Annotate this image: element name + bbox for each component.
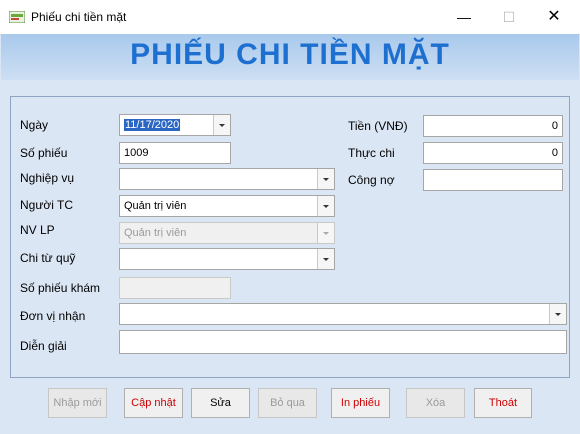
calendar-dropdown-icon[interactable] xyxy=(213,115,230,135)
nghiep-vu-select[interactable] xyxy=(119,168,335,190)
don-vi-nhan-label: Đơn vị nhận xyxy=(20,309,86,323)
dien-giai-input[interactable] xyxy=(119,330,567,354)
chevron-down-icon[interactable] xyxy=(317,169,334,189)
ngay-date-picker[interactable]: 11/17/2020 xyxy=(119,114,231,136)
thuc-chi-input[interactable]: 0 xyxy=(423,142,563,164)
so-phieu-kham-input xyxy=(119,277,231,299)
chevron-down-icon[interactable] xyxy=(317,249,334,269)
cap-nhat-button[interactable]: Cập nhật xyxy=(124,388,183,418)
so-phieu-kham-label: Số phiếu khám xyxy=(20,281,101,295)
nguoi-tc-value: Quản trị viên xyxy=(124,200,187,212)
nv-lp-label: NV LP xyxy=(20,223,55,237)
nhap-moi-button[interactable]: Nhập mới xyxy=(48,388,107,418)
in-phieu-button[interactable]: In phiếu xyxy=(331,388,390,418)
nv-lp-select: Quản trị viên xyxy=(119,222,335,244)
maximize-button[interactable]: ☐ xyxy=(487,0,531,34)
ngay-value: 11/17/2020 xyxy=(124,119,181,131)
chevron-down-icon xyxy=(317,223,334,243)
thuc-chi-label: Thực chi xyxy=(348,146,395,160)
chi-tu-quy-select[interactable] xyxy=(119,248,335,270)
nv-lp-value: Quản trị viên xyxy=(124,227,187,239)
so-phieu-label: Số phiếu xyxy=(20,146,68,160)
chi-tu-quy-label: Chi từ quỹ xyxy=(20,251,76,265)
so-phieu-input[interactable]: 1009 xyxy=(119,142,231,164)
chevron-down-icon[interactable] xyxy=(317,196,334,216)
tien-label: Tiền (VNĐ) xyxy=(348,119,408,133)
nghiep-vu-label: Nghiệp vụ xyxy=(20,171,75,185)
xoa-button[interactable]: Xóa xyxy=(406,388,465,418)
tien-input[interactable]: 0 xyxy=(423,115,563,137)
thoat-button[interactable]: Thoát xyxy=(474,388,532,418)
minimize-button[interactable]: — xyxy=(442,0,486,34)
nguoi-tc-select[interactable]: Quản trị viên xyxy=(119,195,335,217)
header-band: PHIẾU CHI TIỀN MẶT xyxy=(1,34,579,80)
bo-qua-button[interactable]: Bỏ qua xyxy=(258,388,317,418)
chevron-down-icon[interactable] xyxy=(549,304,566,324)
close-button[interactable]: ✕ xyxy=(532,0,576,34)
cong-no-input[interactable] xyxy=(423,169,563,191)
nguoi-tc-label: Người TC xyxy=(20,198,74,212)
app-icon xyxy=(9,11,25,23)
sua-button[interactable]: Sửa xyxy=(191,388,250,418)
ngay-label: Ngày xyxy=(20,118,49,132)
window-title: Phiếu chi tiền mặt xyxy=(31,10,127,24)
cong-no-label: Công nợ xyxy=(348,173,395,187)
title-bar: Phiếu chi tiền mặt — ☐ ✕ xyxy=(0,0,580,35)
don-vi-nhan-select[interactable] xyxy=(119,303,567,325)
dien-giai-label: Diễn giải xyxy=(20,339,67,353)
page-title: PHIẾU CHI TIỀN MẶT xyxy=(130,38,450,71)
